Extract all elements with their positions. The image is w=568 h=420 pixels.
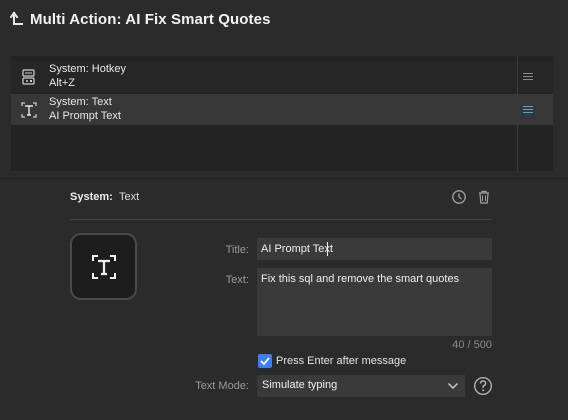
action-icon-tile[interactable]: [70, 233, 137, 300]
hotkey-icon: [22, 69, 35, 85]
help-icon[interactable]: [473, 376, 493, 396]
text-icon: [92, 255, 116, 279]
text-input[interactable]: Fix this sql and remove the smart quotes: [257, 268, 492, 336]
text-mode-label: Text Mode:: [195, 380, 249, 392]
text-mode-select[interactable]: Simulate typing: [257, 375, 465, 397]
text-icon: [21, 102, 37, 118]
press-enter-checkbox[interactable]: [258, 354, 272, 368]
action-title: System: Text: [49, 96, 112, 108]
action-row-text[interactable]: System: Text AI Prompt Text: [11, 94, 553, 125]
divider: [70, 219, 492, 220]
character-counter: 40 / 500: [452, 339, 492, 351]
page-title: Multi Action: AI Fix Smart Quotes: [30, 10, 271, 28]
title-input[interactable]: [257, 238, 492, 260]
action-subtitle: Alt+Z: [49, 77, 75, 89]
category-value: Text: [119, 191, 140, 203]
action-list: System: Hotkey Alt+Z System: Text AI Pro…: [11, 56, 553, 171]
press-enter-label[interactable]: Press Enter after message: [276, 355, 406, 367]
text-caret: [327, 242, 328, 256]
column-divider: [517, 56, 518, 171]
header: Multi Action: AI Fix Smart Quotes: [0, 0, 568, 38]
chevron-down-icon: [448, 383, 458, 389]
title-label: Title:: [225, 244, 249, 256]
return-arrow-icon[interactable]: [10, 10, 24, 28]
trash-icon[interactable]: [476, 189, 492, 205]
drag-handle-icon[interactable]: [523, 73, 533, 80]
category-label: System:: [70, 191, 113, 203]
action-title: System: Hotkey: [49, 63, 127, 75]
action-row-hotkey[interactable]: System: Hotkey Alt+Z: [11, 61, 553, 92]
drag-handle-icon[interactable]: [523, 106, 533, 113]
history-icon[interactable]: [451, 189, 467, 205]
text-mode-value: Simulate typing: [262, 379, 338, 391]
action-subtitle: AI Prompt Text: [49, 110, 121, 122]
action-detail-panel: System: Text Title: Text: Fix this sql a…: [0, 178, 568, 420]
text-label: Text:: [225, 274, 249, 286]
checkmark-icon: [260, 357, 270, 366]
